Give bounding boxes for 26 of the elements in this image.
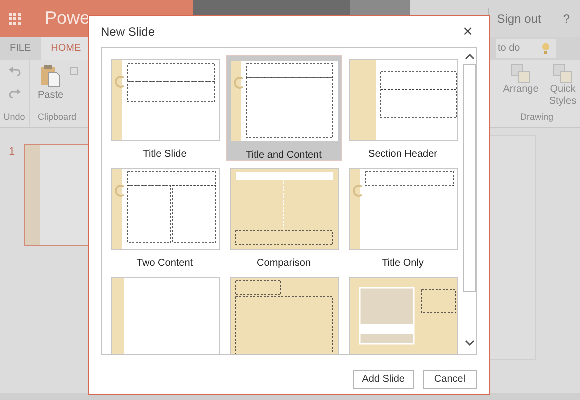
shapes-icon	[553, 64, 573, 84]
lightbulb-icon	[542, 42, 550, 54]
dialog-button[interactable]: Cancel	[423, 370, 477, 389]
close-button[interactable]: ×	[463, 23, 473, 40]
app-launcher-icon[interactable]	[9, 12, 21, 24]
layout-option[interactable]: Section Header	[345, 55, 461, 161]
layout-option[interactable]: Title Slide	[107, 55, 223, 161]
layout-option[interactable]: Title Only	[345, 164, 461, 270]
scroll-down-icon[interactable]	[464, 340, 474, 346]
redo-icon[interactable]	[8, 88, 20, 98]
undo-icon[interactable]	[8, 66, 20, 76]
copy-icon[interactable]	[70, 67, 80, 77]
layout-option[interactable]: Two Content	[107, 164, 223, 270]
group-label: Undo	[4, 110, 26, 124]
shapes-icon	[511, 64, 531, 84]
clipboard-icon	[40, 64, 62, 88]
layout-option[interactable]: Title and Content	[226, 55, 342, 161]
app-name: Powe	[45, 7, 90, 30]
scroll-up-icon[interactable]	[464, 54, 474, 60]
group-label: Clipboard	[38, 110, 77, 124]
dialog-button[interactable]: Add Slide	[353, 370, 414, 389]
group-label: Drawing	[520, 110, 554, 124]
scrollbar-thumb[interactable]	[463, 64, 476, 292]
layout-option[interactable]: Comparison	[226, 164, 342, 270]
dialog-title: New Slide	[101, 24, 156, 40]
slide-number: 1	[9, 145, 16, 160]
